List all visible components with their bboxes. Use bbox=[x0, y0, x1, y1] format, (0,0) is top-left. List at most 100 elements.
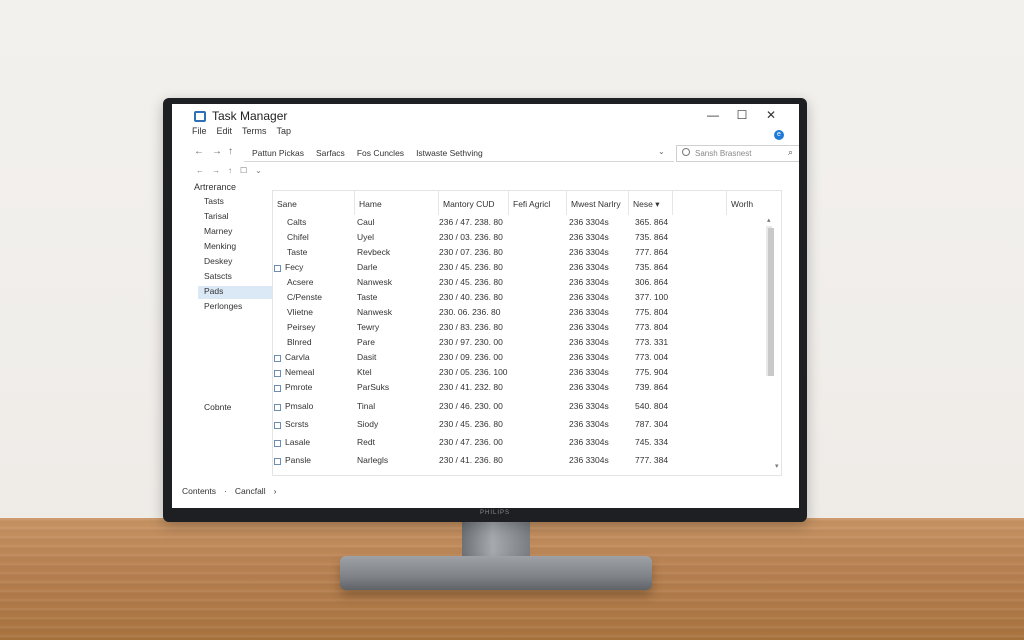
column-header-memory[interactable]: Mantory CUD bbox=[439, 191, 509, 215]
process-icon bbox=[274, 404, 281, 411]
menu-bar: File Edit Terms Tap bbox=[192, 126, 291, 142]
breadcrumb-2[interactable]: Sarfacs bbox=[316, 148, 345, 158]
scroll-up-icon[interactable]: ▴ bbox=[767, 216, 771, 224]
table-row[interactable]: Pmrote ParSuks 230 / 41. 232. 80 236 3304s 7… bbox=[273, 382, 765, 397]
cell-num: 735. 864 bbox=[635, 262, 669, 272]
cell-name: Calts bbox=[287, 217, 307, 227]
cell-stat: 236 3304s bbox=[569, 232, 609, 242]
status-cancfall[interactable]: Cancfall bbox=[235, 486, 266, 496]
table-row[interactable]: Lasale Redt 230 / 47. 236. 00 236 3304s 745.… bbox=[273, 437, 765, 452]
sidebar-item-tarisal[interactable]: Tarisal bbox=[202, 211, 276, 224]
cell-num: 773. 804 bbox=[635, 322, 669, 332]
table-row[interactable]: Peirsey Tewry 230 / 83. 236. 80 236 3304s 77… bbox=[273, 322, 765, 337]
cell-stat: 236 3304s bbox=[569, 367, 609, 377]
menu-item-terms[interactable]: Terms bbox=[242, 126, 267, 142]
table-row[interactable]: Chifel Uyel 230 / 03. 236. 80 236 3304s 735.… bbox=[273, 232, 765, 247]
column-header-sane[interactable]: Sane bbox=[273, 191, 355, 215]
process-icon bbox=[274, 265, 281, 272]
cell-stat: 236 3304s bbox=[569, 217, 609, 227]
search-go-icon[interactable]: ⌕ bbox=[788, 147, 793, 158]
cell-stat: 236 3304s bbox=[569, 292, 609, 302]
maximize-button[interactable]: ☐ bbox=[733, 108, 751, 122]
cell-stat: 236 3304s bbox=[569, 337, 609, 347]
table-row[interactable]: Carvla Dasit 230 / 09. 236. 00 236 3304s 773… bbox=[273, 352, 765, 367]
toolbar-forward-icon[interactable]: → bbox=[212, 166, 220, 175]
column-header-nese[interactable]: Nese ▾ bbox=[629, 191, 673, 215]
table-row[interactable]: Fecy Darle 230 / 45. 236. 80 236 3304s 735. … bbox=[273, 262, 765, 277]
table-row[interactable]: Calts Caul 236 / 47. 238. 80 236 3304s 365. … bbox=[273, 217, 765, 232]
cell-type: Caul bbox=[357, 217, 375, 227]
table-row[interactable]: Pansle Narlegls 230 / 41. 236. 80 236 3304s… bbox=[273, 455, 765, 470]
sidebar-item-tasts[interactable]: Tasts bbox=[202, 196, 276, 209]
toolbar-up-icon[interactable]: ↑ bbox=[228, 166, 232, 175]
cell-memory: 230. 06. 236. 80 bbox=[439, 307, 501, 317]
cell-num: 787. 304 bbox=[635, 419, 669, 429]
scrollbar-thumb[interactable] bbox=[768, 228, 774, 376]
process-table: Sane Hame Mantory CUD Fefi Agricl Mwest … bbox=[272, 190, 782, 476]
menu-item-edit[interactable]: Edit bbox=[217, 126, 233, 142]
sidebar-item-perlonges[interactable]: Perlonges bbox=[202, 301, 276, 314]
close-button[interactable]: ✕ bbox=[762, 108, 780, 122]
toolbar-view-icon[interactable]: ☐ bbox=[240, 166, 247, 175]
breadcrumb-1[interactable]: Pattun Pickas bbox=[252, 148, 304, 158]
cell-name: Acsere bbox=[287, 277, 314, 287]
column-header-mwest[interactable]: Mwest Narlry bbox=[567, 191, 629, 215]
status-chevron-icon[interactable]: › bbox=[274, 486, 277, 496]
cell-num: 777. 384 bbox=[635, 455, 669, 465]
cell-num: 773. 331 bbox=[635, 337, 669, 347]
table-row[interactable]: Vlietne Nanwesk 230. 06. 236. 80 236 3304s 7… bbox=[273, 307, 765, 322]
column-header-hame[interactable]: Hame bbox=[355, 191, 439, 215]
breadcrumb-3[interactable]: Fos Cuncles bbox=[357, 148, 404, 158]
cell-memory: 230 / 45. 236. 80 bbox=[439, 277, 503, 287]
table-row[interactable]: Scrsts Siody 230 / 45. 236. 80 236 3304s 787… bbox=[273, 419, 765, 434]
cell-num: 365. 864 bbox=[635, 217, 669, 227]
cell-type: Dasit bbox=[357, 352, 377, 362]
cell-stat: 236 3304s bbox=[569, 322, 609, 332]
address-dropdown-icon[interactable]: ⌄ bbox=[658, 147, 665, 156]
sidebar-item-deskey[interactable]: Deskey bbox=[202, 256, 276, 269]
cell-type: ParSuks bbox=[357, 382, 390, 392]
cell-num: 773. 004 bbox=[635, 352, 669, 362]
table-row[interactable]: Blnred Pare 230 / 97. 230. 00 236 3304s 773.… bbox=[273, 337, 765, 352]
cell-num: 306. 864 bbox=[635, 277, 669, 287]
sidebar-item-marney[interactable]: Marney bbox=[202, 226, 276, 239]
scroll-down-icon[interactable]: ▾ bbox=[775, 462, 779, 470]
table-row[interactable]: Pmsalo Tinal 230 / 46. 230. 00 236 3304s 540… bbox=[273, 401, 765, 416]
up-arrow-icon[interactable]: ↑ bbox=[228, 146, 233, 157]
cell-name: Vlietne bbox=[287, 307, 313, 317]
cell-name: Peirsey bbox=[287, 322, 316, 332]
minimize-button[interactable]: — bbox=[704, 108, 722, 122]
cell-type: Narlegls bbox=[357, 455, 389, 465]
column-header-worlh[interactable]: Worlh bbox=[727, 191, 783, 215]
column-header-fefi[interactable]: Fefi Agricl bbox=[509, 191, 567, 215]
toolbar-more-icon[interactable]: ⌄ bbox=[255, 166, 262, 175]
sidebar-item-satscts[interactable]: Satscts bbox=[202, 271, 276, 284]
sidebar-item-cobnte[interactable]: Cobnte bbox=[204, 402, 231, 412]
status-contents[interactable]: Contents bbox=[182, 486, 216, 496]
cell-num: 540. 804 bbox=[635, 401, 669, 411]
process-icon bbox=[274, 440, 281, 447]
sidebar-item-menking[interactable]: Menking bbox=[202, 241, 276, 254]
forward-arrow-icon[interactable]: → bbox=[212, 146, 222, 157]
table-row[interactable]: Nemeal Ktel 230 / 05. 236. 100 236 3304s 775… bbox=[273, 367, 765, 382]
toolbar-back-icon[interactable]: ← bbox=[196, 166, 204, 175]
monitor-screen: Task Manager — ☐ ✕ File Edit Terms Tap e… bbox=[172, 104, 799, 508]
menu-item-tap[interactable]: Tap bbox=[277, 126, 292, 142]
table-row[interactable]: C/Penste Taste 230 / 40. 236. 80 236 3304s 3… bbox=[273, 292, 765, 307]
address-bar[interactable]: Pattun Pickas Sarfacs Fos Cuncles Istwas… bbox=[244, 144, 674, 162]
cell-memory: 230 / 47. 236. 00 bbox=[439, 437, 503, 447]
menu-item-file[interactable]: File bbox=[192, 126, 207, 142]
help-icon[interactable]: e bbox=[774, 130, 784, 140]
process-icon bbox=[274, 458, 281, 465]
process-icon bbox=[274, 422, 281, 429]
cell-type: Taste bbox=[357, 292, 378, 302]
cell-type: Tinal bbox=[357, 401, 376, 411]
cell-memory: 230 / 83. 236. 80 bbox=[439, 322, 503, 332]
cell-stat: 236 3304s bbox=[569, 382, 609, 392]
table-row[interactable]: Taste Revbeck 230 / 07. 236. 80 236 3304s 77… bbox=[273, 247, 765, 262]
sidebar-item-pads[interactable]: Pads bbox=[198, 286, 272, 299]
table-row[interactable]: Acsere Nanwesk 230 / 45. 236. 80 236 3304s 3… bbox=[273, 277, 765, 292]
search-input[interactable]: Sansh Brasnest bbox=[676, 145, 799, 162]
breadcrumb-4[interactable]: Istwaste Sethving bbox=[416, 148, 483, 158]
back-arrow-icon[interactable]: ← bbox=[194, 146, 204, 157]
